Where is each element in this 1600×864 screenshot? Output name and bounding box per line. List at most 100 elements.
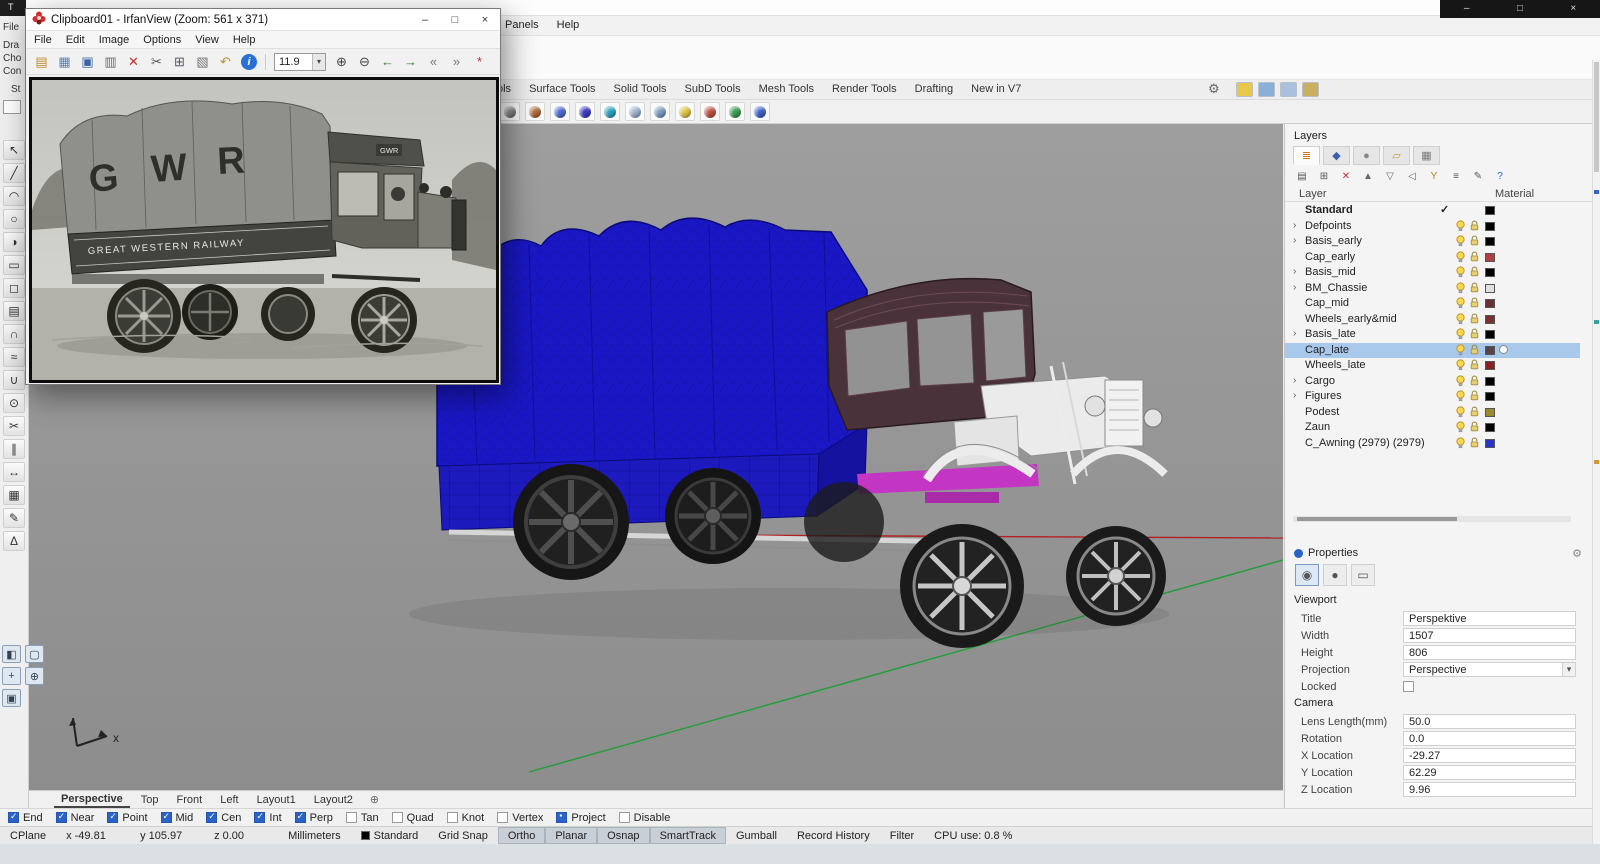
layer-row[interactable]: Zaun: [1285, 420, 1580, 436]
layer-visibility-bulb-icon[interactable]: [1455, 421, 1466, 436]
osnap-checkbox-end[interactable]: [8, 812, 19, 823]
move-down-icon[interactable]: ▽: [1381, 168, 1399, 184]
status-cpu-use-0-8[interactable]: CPU use: 0.8 %: [924, 827, 1022, 844]
iv-menu-file[interactable]: File: [34, 34, 52, 46]
osnap-checkbox-tan[interactable]: [346, 812, 357, 823]
iv-menu-image[interactable]: Image: [99, 34, 130, 46]
tab-render-tools[interactable]: Render Tools: [832, 83, 897, 95]
layer-lock-icon[interactable]: [1469, 390, 1480, 405]
osnap-checkbox-quad[interactable]: [392, 812, 403, 823]
layer-visibility-bulb-icon[interactable]: [1455, 437, 1466, 452]
close-button[interactable]: ×: [1547, 0, 1600, 18]
layer-lock-icon[interactable]: [1469, 406, 1480, 421]
page-tab-icon[interactable]: ▭: [1351, 564, 1375, 586]
osnap-int[interactable]: Int: [254, 812, 281, 824]
osnap-end[interactable]: End: [8, 812, 43, 824]
xray-view-icon[interactable]: [650, 102, 670, 121]
cargo-tarp[interactable]: [437, 218, 867, 468]
layer-row[interactable]: ›Cargo: [1285, 374, 1580, 390]
layer-visibility-bulb-icon[interactable]: [1455, 235, 1466, 250]
osnap-checkbox-perp[interactable]: [295, 812, 306, 823]
scrollbar-thumb[interactable]: [1594, 62, 1599, 172]
maximize-button[interactable]: □: [1493, 0, 1546, 18]
named-view-icon[interactable]: ▣: [2, 689, 21, 707]
status-record-history[interactable]: Record History: [787, 827, 880, 844]
wheel-front-far[interactable]: [1066, 526, 1166, 626]
property-value[interactable]: 806: [1403, 645, 1576, 660]
patch-icon[interactable]: ∪: [3, 370, 25, 390]
layer-lock-icon[interactable]: [1469, 344, 1480, 359]
zoom-view-icon[interactable]: ⊕: [25, 667, 44, 685]
undo-icon[interactable]: ↶: [215, 52, 236, 72]
layer-row[interactable]: Podest: [1285, 405, 1580, 421]
layer-material-swatch[interactable]: [1485, 206, 1495, 215]
property-value[interactable]: 9.96: [1403, 782, 1576, 797]
osnap-tan[interactable]: Tan: [346, 812, 379, 824]
expand-arrow-icon[interactable]: ›: [1293, 390, 1296, 401]
object-properties-tab-icon[interactable]: ◉: [1295, 564, 1319, 586]
box-icon[interactable]: ◻: [3, 278, 25, 298]
tab-mesh-tools[interactable]: Mesh Tools: [759, 83, 814, 95]
layer-lock-icon[interactable]: [1469, 375, 1480, 390]
osnap-checkbox-mid[interactable]: [161, 812, 172, 823]
swatch-box[interactable]: [3, 100, 21, 114]
zoom-level-combo[interactable]: 11.9▾: [274, 53, 326, 71]
osnap-checkbox-point[interactable]: [107, 812, 118, 823]
expand-arrow-icon[interactable]: ›: [1293, 266, 1296, 277]
layer-material-swatch[interactable]: [1485, 392, 1495, 401]
rectangle-icon[interactable]: ▭: [3, 255, 25, 275]
layer-material-swatch[interactable]: [1485, 284, 1495, 293]
layer-row[interactable]: ›Figures: [1285, 389, 1580, 405]
new-layer-icon[interactable]: ▤: [1293, 168, 1311, 184]
zoom-dropdown-icon[interactable]: ▾: [312, 54, 325, 70]
property-value[interactable]: 1507: [1403, 628, 1576, 643]
gear-red-tool-icon[interactable]: [700, 102, 720, 121]
tab-surface-tools[interactable]: Surface Tools: [529, 83, 595, 95]
filter-icon[interactable]: Y: [1425, 168, 1443, 184]
layer-row[interactable]: C_Awning (2979) (2979): [1285, 436, 1580, 452]
named-views-panel-icon[interactable]: [1280, 82, 1297, 97]
layer-visibility-bulb-icon[interactable]: [1455, 359, 1466, 374]
layer-material-swatch[interactable]: [1485, 439, 1495, 448]
status-osnap[interactable]: Osnap: [597, 827, 649, 844]
property-value[interactable]: Perspektive: [1403, 611, 1576, 626]
layer-lock-icon[interactable]: [1469, 251, 1480, 266]
wheel-rear-inner[interactable]: [665, 468, 761, 564]
tab-new-in-v7[interactable]: New in V7: [971, 83, 1021, 95]
menu-help[interactable]: Help: [557, 19, 580, 31]
layer-material-swatch[interactable]: [1485, 408, 1495, 417]
layer-lock-icon[interactable]: [1469, 282, 1480, 297]
paste-icon[interactable]: ▧: [192, 52, 213, 72]
osnap-checkbox-disable[interactable]: [619, 812, 630, 823]
delete-layer-icon[interactable]: ✕: [1337, 168, 1355, 184]
status-smarttrack[interactable]: SmartTrack: [650, 827, 726, 844]
zoom-in-icon[interactable]: ⊕: [331, 52, 352, 72]
red-eye-icon[interactable]: *: [469, 52, 490, 72]
layer-lock-icon[interactable]: [1469, 266, 1480, 281]
line-icon[interactable]: ╱: [3, 163, 25, 183]
layer-visibility-bulb-icon[interactable]: [1455, 313, 1466, 328]
offset-icon[interactable]: ∥: [3, 439, 25, 459]
irfanview-titlebar[interactable]: Clipboard01 - IrfanView (Zoom: 561 x 371…: [26, 9, 500, 31]
angle-icon[interactable]: Δ: [3, 531, 25, 551]
layer-material-swatch[interactable]: [1485, 253, 1495, 262]
osnap-cen[interactable]: Cen: [206, 812, 241, 824]
layer-material-swatch[interactable]: [1485, 237, 1495, 246]
osnap-quad[interactable]: Quad: [392, 812, 434, 824]
layer-row[interactable]: ›Basis_late: [1285, 327, 1580, 343]
layer-visibility-bulb-icon[interactable]: [1455, 406, 1466, 421]
layer-row[interactable]: ›Basis_mid: [1285, 265, 1580, 281]
iv-menu-options[interactable]: Options: [143, 34, 181, 46]
osnap-checkbox-int[interactable]: [254, 812, 265, 823]
zoom-out-icon[interactable]: ⊖: [354, 52, 375, 72]
layer-lock-icon[interactable]: [1469, 313, 1480, 328]
grid-tab-icon[interactable]: ▦: [1413, 146, 1440, 165]
layer-visibility-bulb-icon[interactable]: [1455, 375, 1466, 390]
layer-lock-icon[interactable]: [1469, 421, 1480, 436]
expand-arrow-icon[interactable]: ›: [1293, 220, 1296, 231]
layer-material-swatch[interactable]: [1485, 423, 1495, 432]
layer-visibility-bulb-icon[interactable]: [1455, 297, 1466, 312]
tab-subd-tools[interactable]: SubD Tools: [685, 83, 741, 95]
viewport-tab-perspective[interactable]: Perspective: [54, 792, 130, 808]
osnap-checkbox-project[interactable]: [556, 812, 567, 823]
